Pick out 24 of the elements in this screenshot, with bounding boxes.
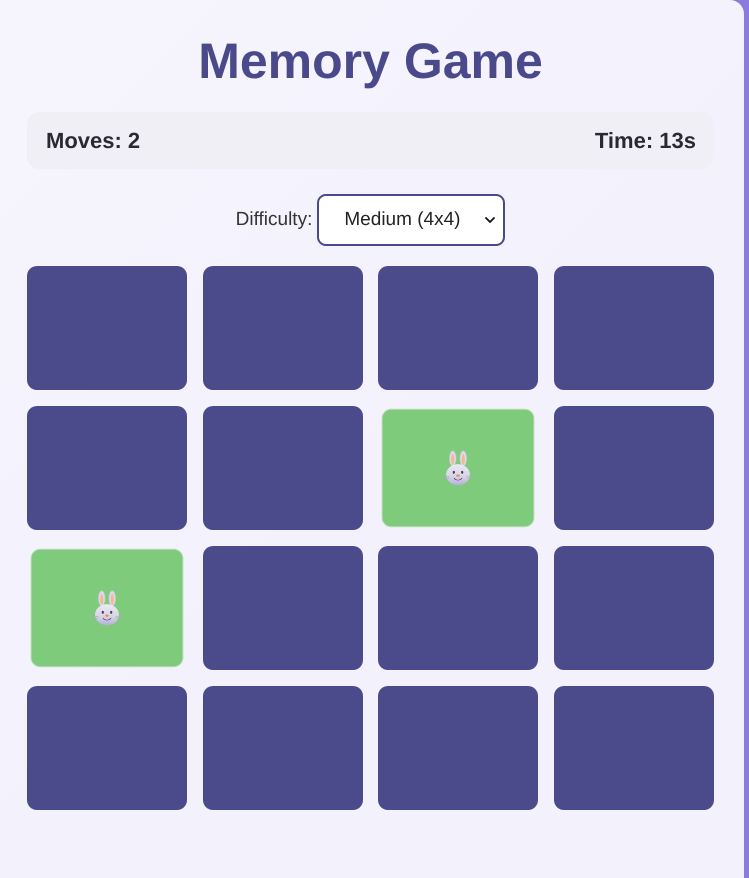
card-back[interactable] [27,266,188,390]
matched-card[interactable] [382,408,535,528]
game-title: Memory Game [197,32,544,91]
card-back[interactable] [27,686,188,810]
matched-card[interactable] [30,548,184,668]
card-back[interactable] [202,546,363,670]
card-back[interactable] [27,406,188,530]
card-back[interactable] [202,266,363,390]
card-back[interactable] [554,546,714,670]
card-back[interactable] [378,546,538,670]
difficulty-select[interactable]: Medium (4x4) [317,194,506,246]
card-back[interactable] [554,266,714,390]
card-back[interactable] [378,686,538,810]
moves-counter: Moves: 2 [46,128,140,154]
card-back[interactable] [202,406,363,530]
rabbit-face-icon [90,590,124,626]
difficulty-label: Difficulty: [236,209,312,231]
card-back[interactable] [378,266,538,390]
rabbit-face-icon [441,450,476,486]
card-back[interactable] [554,686,714,810]
card-back[interactable] [202,686,363,810]
time-counter: Time: 13s [594,128,696,154]
chevron-down-icon [485,217,496,223]
card-back[interactable] [554,406,714,530]
